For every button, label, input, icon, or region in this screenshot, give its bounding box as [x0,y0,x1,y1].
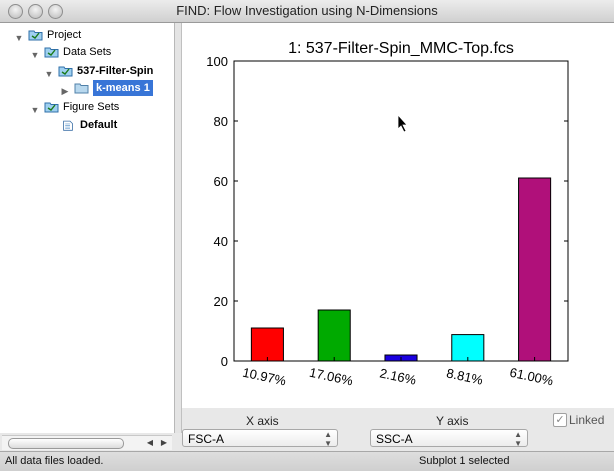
disclosure-expanded-icon[interactable]: ▼ [30,102,40,115]
split-view-divider[interactable] [175,23,182,433]
tree-item-dataset-537[interactable]: ▼ 537-Filter-Spin [44,63,154,79]
y-tick-label: 40 [214,234,228,249]
folder-icon [74,83,89,94]
folder-icon [58,66,73,77]
bar [250,327,284,362]
folder-icon [28,30,43,41]
bar-chart[interactable]: 1: 537-Filter-Spin_MMC-Top.fcs 0 20 40 60 80 1… [182,23,614,408]
close-window-button[interactable] [8,4,23,19]
updown-arrows-icon: ▲ ▼ [514,430,522,448]
tree-item-label: Default [80,119,118,131]
x-tick-label: 61.00% [508,365,555,389]
tree-item-data-sets[interactable]: ▼ Data Sets [30,44,112,60]
y-tick-label: 80 [214,114,228,129]
y-axis-select-value: SSC-A [376,432,413,446]
disclosure-expanded-icon[interactable]: ▼ [30,47,40,60]
y-tick-label: 60 [214,174,228,189]
disclosure-expanded-icon[interactable]: ▼ [14,30,24,43]
bar [317,309,351,362]
window-title: FIND: Flow Investigation using N-Dimensi… [176,3,438,18]
y-tick-label: 0 [221,354,228,369]
tree-item-label: Project [47,29,82,41]
plot-frame [233,60,569,362]
scroll-thumb[interactable] [8,438,124,449]
window-titlebar: FIND: Flow Investigation using N-Dimensi… [0,0,614,23]
document-icon [63,120,73,131]
minimize-window-button[interactable] [28,4,43,19]
tree-item-label-selected: k-means 1 [93,80,153,96]
y-tick-label: 20 [214,294,228,309]
tree-item-project[interactable]: ▼ Project [14,27,82,43]
x-tick-label: 17.06% [308,365,355,389]
status-right-text: Subplot 1 selected [419,455,510,467]
project-tree: ▼ Project ▼ Data Sets ▼ 537-Filter-Spin … [0,23,175,433]
x-axis-select[interactable]: FSC-A ▲ ▼ [182,429,338,448]
tree-item-label: Data Sets [63,46,112,58]
axis-controls: X axis FSC-A ▲ ▼ Y axis SSC-A ▲ ▼ ✓ Linked [182,408,614,451]
x-tick-label: 2.16% [378,365,418,387]
disclosure-collapsed-icon[interactable]: ▶ [60,83,70,96]
chart-title: 1: 537-Filter-Spin_MMC-Top.fcs [288,40,514,57]
y-tick-label: 100 [206,54,228,69]
folder-icon [44,47,59,58]
x-tick-label: 10.97% [241,365,288,389]
scroll-left-arrow-icon[interactable]: ◀ [144,437,156,449]
disclosure-expanded-icon[interactable]: ▼ [44,66,54,79]
bar [518,177,552,362]
linked-label: Linked [569,413,605,427]
folder-icon [44,102,59,113]
x-axis-label: X axis [246,414,279,428]
tree-item-label: Figure Sets [63,101,120,113]
tree-item-label: 537-Filter-Spin [77,65,154,77]
tree-item-kmeans-1[interactable]: ▶ k-means 1 [60,80,153,96]
x-axis-select-value: FSC-A [188,432,224,446]
updown-arrows-icon: ▲ ▼ [324,430,332,448]
plot-area[interactable]: 1: 537-Filter-Spin_MMC-Top.fcs 0 20 40 60 80 1… [182,23,614,408]
zoom-window-button[interactable] [48,4,63,19]
status-bar: All data files loaded. Subplot 1 selecte… [0,451,614,471]
tree-item-default[interactable]: Default [62,117,117,133]
sidebar-horizontal-scrollbar[interactable]: ◀ ▶ [2,435,172,450]
scroll-right-arrow-icon[interactable]: ▶ [158,437,170,449]
linked-checkbox[interactable]: ✓ [553,413,567,427]
y-axis-select[interactable]: SSC-A ▲ ▼ [370,429,528,448]
y-axis-label: Y axis [436,414,469,428]
status-left-text: All data files loaded. [5,455,104,467]
x-tick-label: 8.81% [445,365,485,387]
tree-item-figure-sets[interactable]: ▼ Figure Sets [30,99,120,115]
